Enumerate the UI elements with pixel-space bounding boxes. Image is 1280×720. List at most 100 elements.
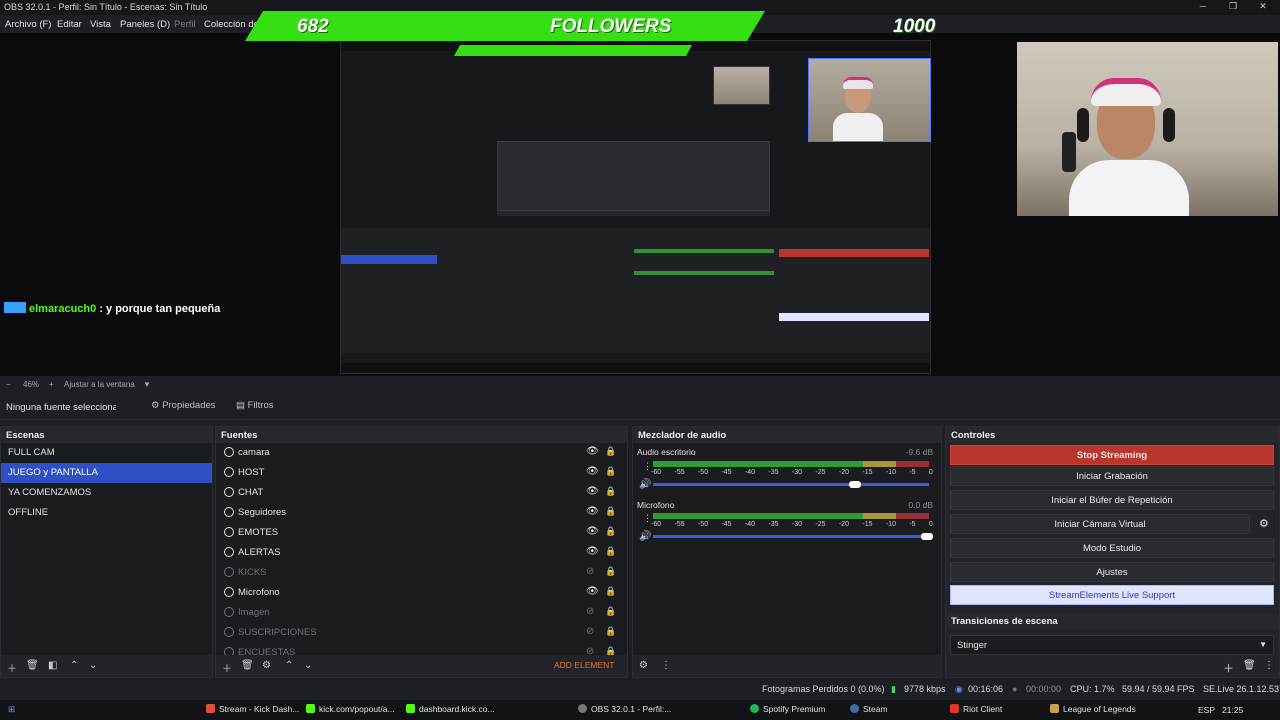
eye-icon[interactable]: 👁 bbox=[586, 506, 599, 517]
scene-item[interactable]: FULL CAM bbox=[1, 443, 212, 463]
remove-transition-icon[interactable]: 🗑 bbox=[1243, 660, 1256, 671]
filters-button[interactable]: ▤ Filtros bbox=[236, 400, 274, 416]
eye-off-icon[interactable]: ⊘ bbox=[586, 566, 594, 577]
lock-icon[interactable]: 🔒 bbox=[605, 646, 616, 655]
source-item[interactable]: CHAT 👁 🔒 bbox=[216, 483, 627, 503]
mixer-settings-icon[interactable]: ⚙ bbox=[639, 660, 648, 671]
mixer-body: Audio escritorio -9.6 dB ⋮ -60 -55 -50 -45-… bbox=[633, 443, 941, 655]
transition-select[interactable]: Stinger ▼ bbox=[950, 635, 1274, 655]
taskbar-app[interactable]: Steam bbox=[850, 704, 888, 714]
virtual-camera-gear-icon[interactable]: ⚙ bbox=[1259, 517, 1269, 530]
preview-canvas[interactable]: elmaracuch0 : y porque tan pequeña bbox=[0, 33, 1280, 376]
lock-icon[interactable]: 🔒 bbox=[605, 466, 616, 477]
menu-paneles[interactable]: Paneles (D) bbox=[120, 19, 170, 30]
scenes-toolbar: ＋ 🗑 ◧ ⌃ ⌄ bbox=[1, 655, 212, 677]
source-label: CHAT bbox=[238, 487, 264, 498]
eye-off-icon[interactable]: ⊘ bbox=[586, 626, 594, 637]
add-scene-icon[interactable]: ＋ bbox=[7, 660, 17, 675]
zoom-level: 46% bbox=[23, 380, 40, 389]
source-item[interactable]: Imagen ⊘ 🔒 bbox=[216, 603, 627, 623]
lock-icon[interactable]: 🔒 bbox=[605, 566, 616, 577]
volume-slider[interactable] bbox=[653, 483, 929, 486]
move-down-icon[interactable]: ⌄ bbox=[89, 660, 97, 671]
eye-icon[interactable]: 👁 bbox=[586, 486, 599, 497]
menu-archivo[interactable]: Archivo (F) bbox=[5, 19, 51, 30]
source-item[interactable]: Seguidores 👁 🔒 bbox=[216, 503, 627, 523]
scene-item[interactable]: OFFLINE bbox=[1, 503, 212, 523]
volume-slider-handle[interactable] bbox=[921, 533, 933, 540]
eye-icon[interactable]: 👁 bbox=[586, 446, 599, 457]
lock-icon[interactable]: 🔒 bbox=[605, 446, 616, 457]
taskbar-app[interactable]: dashboard.kick.co... bbox=[406, 704, 495, 714]
menu-perfil[interactable]: Perfil bbox=[174, 19, 196, 30]
scene-item[interactable]: YA COMENZAMOS bbox=[1, 483, 212, 503]
volume-slider[interactable] bbox=[653, 535, 929, 538]
lock-icon[interactable]: 🔒 bbox=[605, 546, 616, 557]
lock-icon[interactable]: 🔒 bbox=[605, 526, 616, 537]
scene-item[interactable]: JUEGO y PANTALLA bbox=[1, 463, 212, 483]
studio-mode-button[interactable]: Modo Estudio bbox=[950, 538, 1274, 558]
taskbar-app[interactable]: Riot Client bbox=[950, 704, 1002, 714]
properties-button[interactable]: ⚙ Propiedades bbox=[151, 400, 216, 416]
close-button[interactable]: ✕ bbox=[1250, 1, 1276, 14]
source-item[interactable]: HOST 👁 🔒 bbox=[216, 463, 627, 483]
taskbar-app[interactable]: League of Legends bbox=[1050, 704, 1136, 714]
speaker-icon[interactable]: 🔊 bbox=[639, 531, 651, 542]
eye-icon[interactable]: 👁 bbox=[586, 546, 599, 557]
lock-icon[interactable]: 🔒 bbox=[605, 506, 616, 517]
nested-camera-selected[interactable] bbox=[808, 58, 931, 142]
add-transition-icon[interactable]: ＋ bbox=[1223, 660, 1234, 676]
mixer-menu-icon[interactable]: ⋮ bbox=[661, 660, 671, 671]
lock-icon[interactable]: 🔒 bbox=[605, 626, 616, 637]
stop-streaming-button[interactable]: Stop Streaming bbox=[950, 445, 1274, 465]
language-indicator[interactable]: ESP bbox=[1198, 705, 1215, 715]
source-item[interactable]: KICKS ⊘ 🔒 bbox=[216, 563, 627, 583]
eye-icon[interactable]: 👁 bbox=[586, 586, 599, 597]
source-item[interactable]: Microfono 👁 🔒 bbox=[216, 583, 627, 603]
zoom-dropdown-icon[interactable]: ▼ bbox=[143, 380, 151, 389]
move-up-icon[interactable]: ⌃ bbox=[70, 660, 78, 671]
transition-menu-icon[interactable]: ⋮ bbox=[1264, 660, 1274, 671]
virtual-camera-button[interactable]: Iniciar Cámara Virtual bbox=[950, 514, 1250, 534]
start-recording-button[interactable]: Iniciar Grabación bbox=[950, 466, 1274, 486]
eye-off-icon[interactable]: ⊘ bbox=[586, 606, 594, 617]
menu-editar[interactable]: Editar bbox=[57, 19, 82, 30]
streamelements-support-button[interactable]: StreamElements Live Support bbox=[950, 585, 1274, 605]
filters-icon[interactable]: ◧ bbox=[48, 660, 57, 671]
restore-button[interactable]: ❐ bbox=[1220, 1, 1246, 14]
lock-icon[interactable]: 🔒 bbox=[605, 606, 616, 617]
source-down-icon[interactable]: ⌄ bbox=[304, 660, 312, 671]
add-source-icon[interactable]: ＋ bbox=[222, 660, 232, 675]
source-item[interactable]: ENCUESTAS ⊘ 🔒 bbox=[216, 643, 627, 655]
source-item[interactable]: SUSCRIPCIONES ⊘ 🔒 bbox=[216, 623, 627, 643]
source-item[interactable]: ALERTAS 👁 🔒 bbox=[216, 543, 627, 563]
settings-button[interactable]: Ajustes bbox=[950, 562, 1274, 582]
lock-icon[interactable]: 🔒 bbox=[605, 586, 616, 597]
clock[interactable]: 21:25 bbox=[1222, 705, 1243, 715]
eye-icon[interactable]: 👁 bbox=[586, 466, 599, 477]
eye-icon[interactable]: 👁 bbox=[586, 526, 599, 537]
remove-scene-icon[interactable]: 🗑 bbox=[26, 660, 39, 671]
source-item[interactable]: camara 👁 🔒 bbox=[216, 443, 627, 463]
taskbar-app[interactable]: Spotify Premium bbox=[750, 704, 825, 714]
speaker-icon[interactable]: 🔊 bbox=[639, 479, 651, 490]
windows-start-icon[interactable]: ⊞ bbox=[8, 704, 15, 715]
source-item[interactable]: EMOTES 👁 🔒 bbox=[216, 523, 627, 543]
zoom-fit-label[interactable]: Ajustar a la ventana bbox=[64, 380, 135, 389]
add-element-button[interactable]: ADD ELEMENT bbox=[554, 660, 614, 670]
remove-source-icon[interactable]: 🗑 bbox=[241, 660, 254, 671]
eye-off-icon[interactable]: ⊘ bbox=[586, 646, 594, 655]
zoom-out-button[interactable]: − bbox=[6, 380, 11, 389]
source-up-icon[interactable]: ⌃ bbox=[285, 660, 293, 671]
taskbar-app[interactable]: Stream - Kick Dash... bbox=[206, 704, 299, 714]
taskbar-app-active[interactable]: OBS 32.0.1 - Perfil:... bbox=[578, 704, 671, 714]
lock-icon[interactable]: 🔒 bbox=[605, 486, 616, 497]
replay-buffer-button[interactable]: Iniciar el Búfer de Repetición bbox=[950, 490, 1274, 510]
chat-message: : y porque tan pequeña bbox=[96, 303, 221, 315]
minimize-button[interactable]: ─ bbox=[1190, 1, 1216, 14]
volume-slider-handle[interactable] bbox=[849, 481, 862, 488]
zoom-in-button[interactable]: + bbox=[49, 380, 54, 389]
source-settings-icon[interactable]: ⚙ bbox=[262, 660, 271, 671]
menu-vista[interactable]: Vista bbox=[90, 19, 111, 30]
taskbar-app[interactable]: kick.com/popout/a... bbox=[306, 704, 395, 714]
